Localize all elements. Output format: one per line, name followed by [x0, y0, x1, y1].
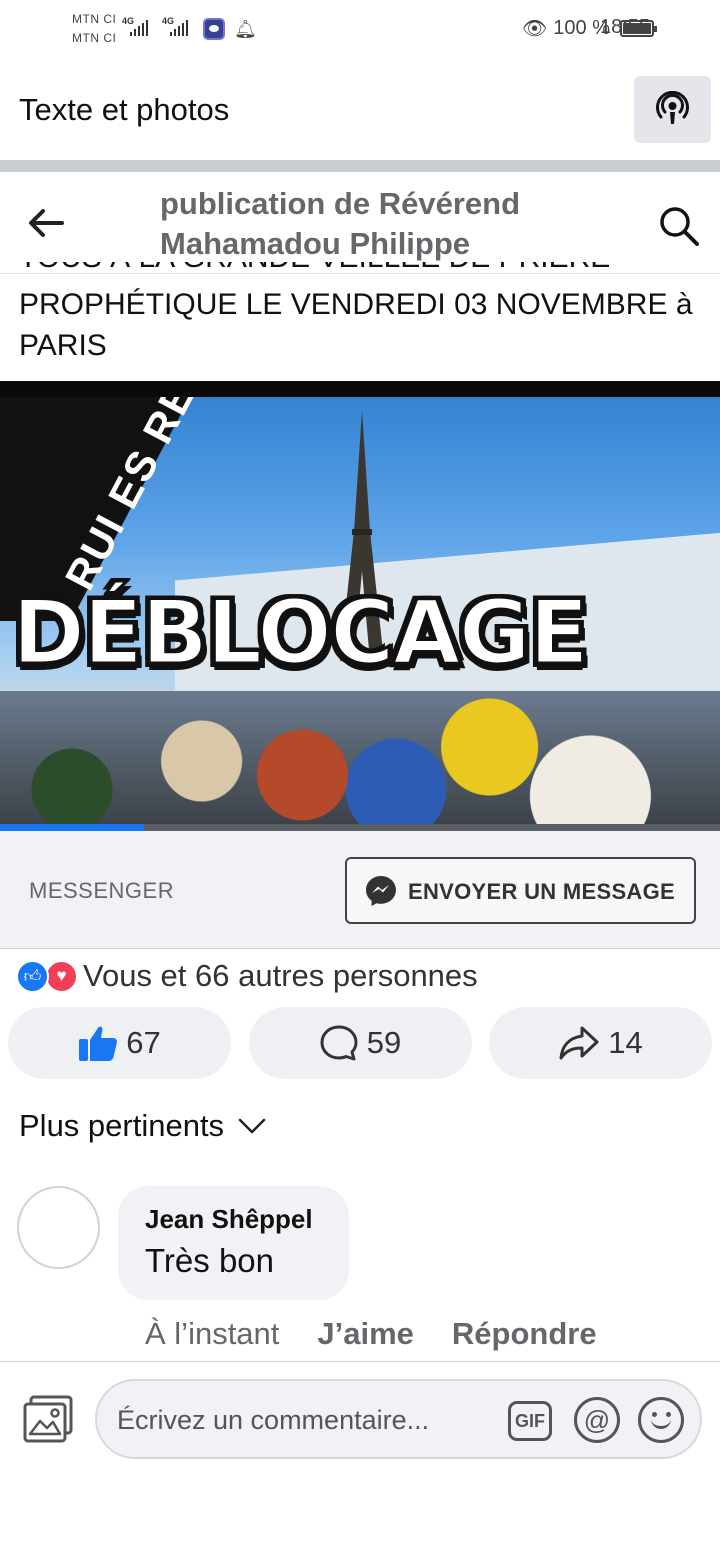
comment-author[interactable]: Jean Shêppel — [145, 1204, 313, 1235]
podcast-icon — [656, 91, 689, 124]
comment-bubble[interactable]: Jean Shêppel Très bon — [118, 1186, 349, 1300]
comment-meta: À l’instant J’aime Répondre — [145, 1316, 597, 1352]
gif-icon[interactable]: GIF — [508, 1401, 552, 1441]
carrier-1: MTN CI — [72, 12, 117, 26]
comment-reply-link[interactable]: Répondre — [452, 1316, 597, 1352]
post-text: PROPHÉTIQUE LE VENDREDI 03 NOVEMBRE à PA… — [19, 288, 693, 362]
comment-input-container[interactable]: GIF @ — [95, 1379, 702, 1459]
comment-text: Très bon — [145, 1242, 275, 1279]
like-reaction-icon: 👍︎ — [16, 959, 49, 993]
avatar[interactable] — [17, 1186, 100, 1269]
post-header: publication de Révérend Mahamadou Philip… — [0, 172, 720, 274]
mention-icon[interactable]: @ — [574, 1397, 620, 1443]
video-top-edge — [0, 381, 720, 397]
reactions-text: Vous et 66 autres personnes — [83, 958, 478, 993]
video-progress-bar[interactable] — [0, 824, 720, 831]
messenger-icon — [366, 876, 396, 906]
send-message-label: ENVOYER UN MESSAGE — [408, 879, 676, 904]
comment-button[interactable]: 59 — [248, 1007, 472, 1079]
carrier-labels: MTN CI MTN CI — [72, 10, 116, 48]
thumbs-up-icon — [79, 1026, 118, 1061]
sort-label: Plus pertinents — [19, 1108, 225, 1143]
page-title: Texte et photos — [19, 92, 230, 127]
carrier-2: MTN CI — [72, 31, 117, 45]
comment-sort-dropdown[interactable]: Plus pertinents — [19, 1108, 266, 1144]
comment-input[interactable] — [117, 1399, 497, 1441]
like-button[interactable]: 67 — [8, 1007, 231, 1079]
emoji-icon[interactable] — [638, 1397, 684, 1443]
comment-time: À l’instant — [145, 1316, 280, 1351]
love-reaction-icon: ♥ — [45, 959, 78, 993]
comment-count: 59 — [366, 1025, 402, 1060]
arrow-left-icon[interactable] — [26, 206, 66, 240]
comment-composer: GIF @ — [0, 1361, 720, 1473]
share-count: 14 — [608, 1025, 643, 1060]
status-bar: MTN CI MTN CI 4G 4G 🔔︎ 👁︎ 100 % 18:55 — [0, 0, 720, 58]
podcast-button[interactable] — [634, 76, 711, 143]
video-overlay-title: DÉBLOCAGE — [10, 580, 590, 686]
photo-icon[interactable] — [22, 1394, 74, 1444]
section-divider — [0, 160, 720, 172]
messenger-row: MESSENGER ENVOYER UN MESSAGE — [0, 831, 720, 949]
share-button[interactable]: 14 — [489, 1007, 712, 1079]
send-message-button[interactable]: ENVOYER UN MESSAGE — [345, 857, 696, 924]
clock: 18:55 — [600, 16, 651, 38]
top-bar: Texte et photos — [0, 58, 720, 160]
bell-icon: 🔔︎ — [234, 19, 257, 39]
app-notification-icon — [203, 18, 225, 40]
eye-icon: 👁︎ — [521, 18, 548, 40]
video-crowd — [0, 691, 720, 831]
messenger-label: MESSENGER — [29, 878, 175, 903]
post-header-title: publication de Révérend Mahamadou Philip… — [160, 186, 521, 261]
reactions-summary[interactable]: 👍︎ ♥ Vous et 66 autres personnes — [16, 956, 478, 996]
comment-like-link[interactable]: J’aime — [317, 1316, 414, 1352]
comment-bubble-icon — [320, 1025, 358, 1061]
post-text-cut-line: TOUS À LA GRANDE VEILLÉE DE PRIÈRE — [19, 262, 709, 276]
chevron-down-icon — [238, 1118, 266, 1134]
action-bar: 67 59 14 — [8, 1007, 712, 1079]
share-arrow-icon — [559, 1026, 599, 1060]
search-icon[interactable] — [658, 205, 700, 247]
video-progress-fill — [0, 824, 144, 831]
like-count: 67 — [126, 1025, 161, 1060]
video-player[interactable]: RUI ES RÉCLA DÉBLOCAGE — [0, 381, 720, 831]
